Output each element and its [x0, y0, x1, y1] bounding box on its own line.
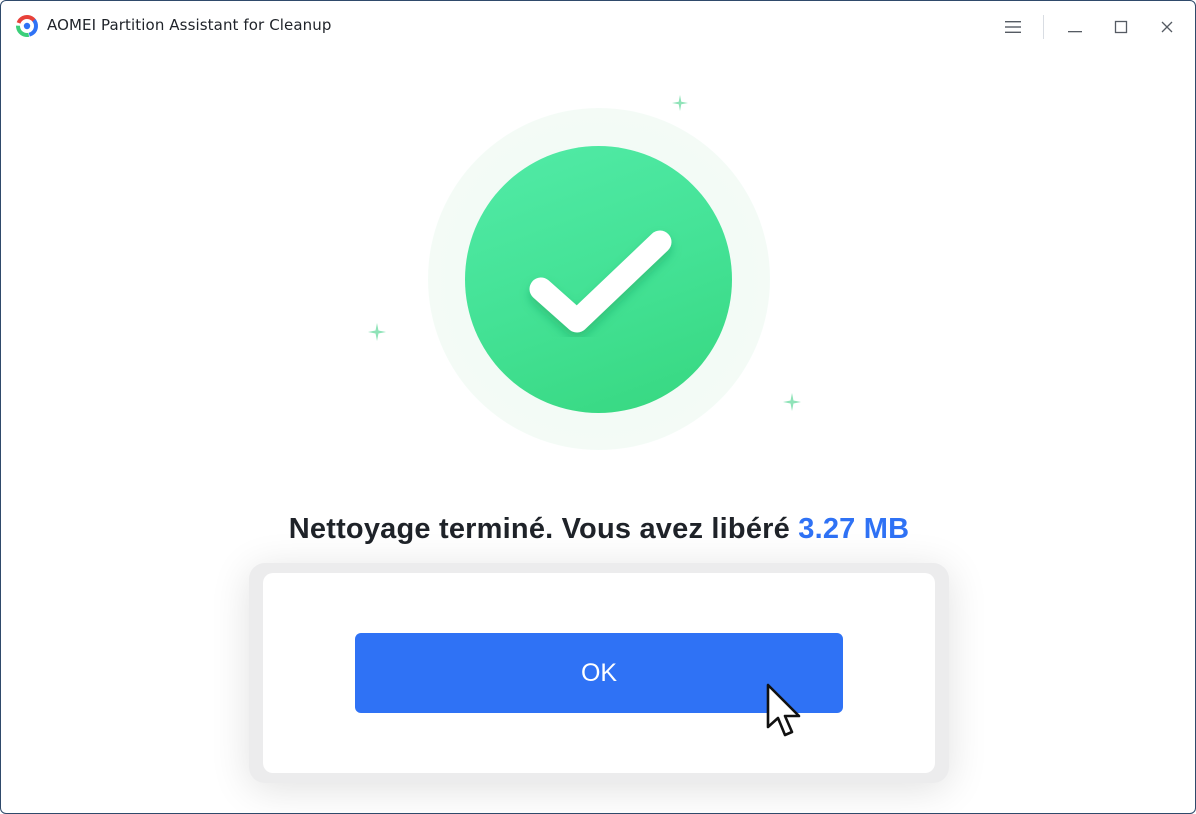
menu-button[interactable] [997, 11, 1029, 43]
close-icon [1161, 21, 1173, 33]
maximize-icon [1114, 20, 1128, 34]
title-bar-divider [1043, 15, 1044, 39]
minimize-icon [1068, 31, 1082, 33]
sparkle-icon [672, 95, 688, 111]
maximize-button[interactable] [1105, 11, 1137, 43]
sparkle-icon [368, 323, 386, 341]
minimize-button[interactable] [1059, 11, 1091, 43]
result-message: Nettoyage terminé. Vous avez libéré 3.27… [1, 513, 1195, 546]
check-circle-icon [529, 230, 672, 333]
result-message-text: Nettoyage terminé. Vous avez libéré [288, 513, 799, 545]
menu-icon [1005, 21, 1021, 33]
app-logo-icon [16, 15, 38, 37]
close-button[interactable] [1151, 11, 1183, 43]
sparkle-icon [783, 393, 801, 411]
title-bar: AOMEI Partition Assistant for Cleanup [1, 1, 1195, 53]
app-window: AOMEI Partition Assistant for Cleanup Ne… [0, 0, 1196, 814]
success-badge [465, 146, 732, 413]
mouse-cursor-icon [766, 683, 801, 737]
freed-amount: 3.27 MB [798, 513, 910, 545]
window-title: AOMEI Partition Assistant for Cleanup [47, 16, 332, 34]
